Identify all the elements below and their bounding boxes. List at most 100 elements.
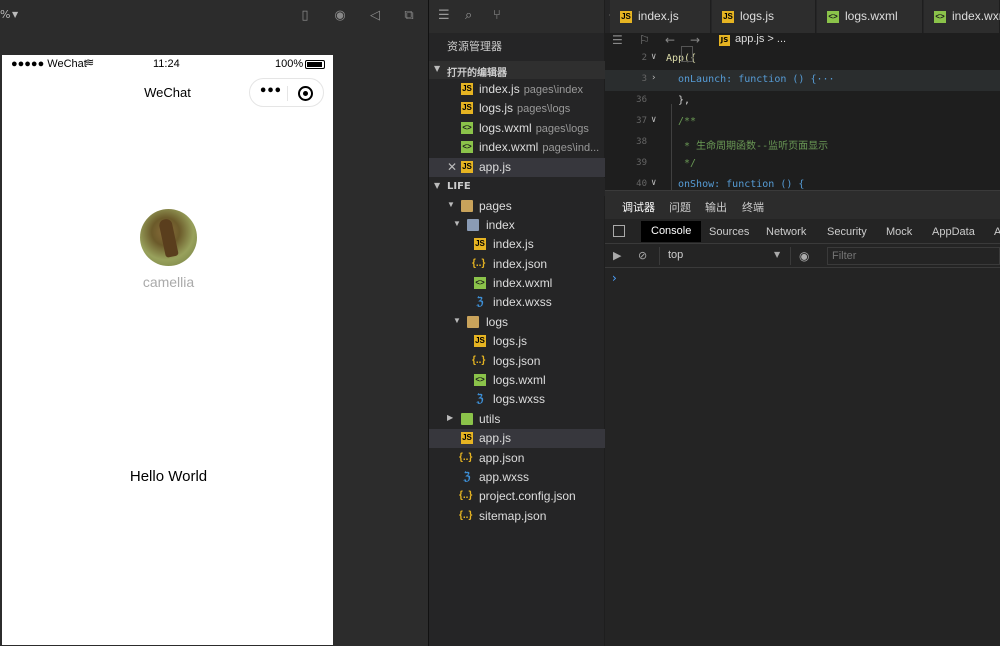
tab-console[interactable]: Console xyxy=(641,221,702,242)
editor-tab[interactable]: JS index.js xyxy=(610,0,711,33)
tree-file[interactable]: JS logs.js xyxy=(429,332,605,351)
tree-folder-pages[interactable]: ▼ pages xyxy=(429,197,605,216)
toolbar-divider xyxy=(659,247,660,265)
unfold-icon[interactable]: › xyxy=(651,73,656,83)
json-file-icon: {..} xyxy=(459,452,473,463)
tree-folder-index[interactable]: ▼ index xyxy=(429,216,605,235)
context-selector[interactable]: top xyxy=(668,249,683,261)
tab-output[interactable]: 输出 xyxy=(705,199,727,215)
editor-tab[interactable]: <> logs.wxml xyxy=(817,0,923,33)
code-line: 37 ∨ /** xyxy=(605,112,1000,133)
zoom-label[interactable]: % xyxy=(0,8,10,21)
tree-file[interactable]: JS index.js xyxy=(429,235,605,254)
inspect-element-icon[interactable] xyxy=(613,225,625,237)
code-line: 2 ∨ App({ xyxy=(605,46,1000,70)
back-arrow-icon[interactable]: ← xyxy=(665,33,675,47)
tree-item-label: utils xyxy=(479,412,501,426)
close-icon[interactable]: ✕ xyxy=(447,160,457,174)
forward-arrow-icon[interactable]: → xyxy=(690,33,700,47)
wxml-file-icon: <> xyxy=(474,277,486,289)
outline-icon[interactable]: ☰ xyxy=(612,33,623,47)
record-icon[interactable]: ◉ xyxy=(333,9,347,23)
source-control-icon[interactable]: ⑂ xyxy=(493,9,501,23)
json-file-icon: {..} xyxy=(459,490,473,501)
tab-network[interactable]: Network xyxy=(766,226,806,238)
open-editor-item-active[interactable]: ✕ JS app.js xyxy=(429,158,605,177)
tree-item-label: index.js xyxy=(493,237,534,251)
open-editor-name: index.wxml xyxy=(479,140,539,154)
tree-file[interactable]: ℨ index.wxss xyxy=(429,293,605,312)
line-number: 38 xyxy=(636,137,647,147)
tree-file-active[interactable]: JS app.js xyxy=(429,429,605,448)
folder-icon xyxy=(461,413,473,425)
tree-file[interactable]: <> index.wxml xyxy=(429,274,605,293)
tab-mock[interactable]: Mock xyxy=(886,226,912,238)
list-icon[interactable]: ☰ xyxy=(438,9,450,23)
editor-tab[interactable]: <> index.wxml xyxy=(924,0,1000,33)
open-editor-item[interactable]: <> index.wxml pages\ind... xyxy=(429,138,605,157)
bracket-match xyxy=(681,46,693,62)
tab-sources[interactable]: Sources xyxy=(709,226,749,238)
bookmark-icon[interactable]: ⚐ xyxy=(639,33,650,47)
dropdown-arrow-icon[interactable]: ▼ xyxy=(774,250,780,259)
close-miniprogram-icon[interactable] xyxy=(298,86,313,101)
js-file-icon: JS xyxy=(461,102,473,114)
tree-file[interactable]: {..} index.json xyxy=(429,255,605,274)
code-text: * 生命周期函数--监听页面显示 xyxy=(678,141,829,152)
tree-folder-utils[interactable]: ▶ utils xyxy=(429,410,605,429)
tab-terminal[interactable]: 终端 xyxy=(742,199,764,215)
breadcrumb[interactable]: app.js > ... xyxy=(735,33,786,45)
detach-window-icon[interactable]: ⧉ xyxy=(402,9,416,23)
open-editor-path: pages\logs xyxy=(517,103,571,115)
line-number: 40 xyxy=(636,179,647,189)
open-editor-item[interactable]: JS index.js pages\index xyxy=(429,80,605,99)
open-editors-section[interactable]: ▼ 打开的编辑器 xyxy=(429,61,605,79)
tree-file[interactable]: {..} project.config.json xyxy=(429,487,605,506)
tree-file[interactable]: ℨ logs.wxss xyxy=(429,390,605,409)
live-expression-eye-icon[interactable]: ◉ xyxy=(799,249,809,263)
folder-open-icon xyxy=(461,200,473,212)
capsule-menu[interactable]: ••• xyxy=(249,78,324,107)
tab-appdata[interactable]: AppData xyxy=(932,226,975,238)
simulator-panel: % ▼ ▯ ◉ ◁ ⧉ ●●●●● WeChat ≋ 11:24 100% We… xyxy=(0,0,428,646)
wxml-file-icon: <> xyxy=(461,122,473,134)
tree-item-label: index.json xyxy=(493,257,548,271)
fold-icon[interactable]: ∨ xyxy=(651,178,656,188)
json-file-icon: {..} xyxy=(459,510,473,521)
line-number: 2 xyxy=(641,53,647,63)
tree-file[interactable]: <> logs.wxml xyxy=(429,371,605,390)
fold-icon[interactable]: ∨ xyxy=(651,115,656,125)
tab-problems[interactable]: 问题 xyxy=(669,199,691,215)
phone-icon[interactable]: ▯ xyxy=(298,9,312,23)
more-icon[interactable]: ••• xyxy=(258,84,282,99)
volume-icon[interactable]: ◁ xyxy=(368,9,382,23)
open-editor-path: pages\index xyxy=(523,84,584,96)
show-sidebar-icon[interactable]: ▶ xyxy=(613,249,621,262)
tree-item-label: pages xyxy=(479,199,512,213)
wxss-file-icon: ℨ xyxy=(476,393,484,405)
tree-file[interactable]: {..} logs.json xyxy=(429,352,605,371)
console-filter-input[interactable] xyxy=(827,247,1000,265)
open-editor-item[interactable]: JS logs.js pages\logs xyxy=(429,99,605,118)
simulator-toolbar: % ▼ ▯ ◉ ◁ ⧉ xyxy=(0,0,428,33)
editor-breadcrumb-bar: ☰ ⚐ ← → JS app.js > ... xyxy=(605,33,1000,49)
tree-folder-logs[interactable]: ▼ logs xyxy=(429,313,605,332)
tab-more[interactable]: A xyxy=(994,226,1000,238)
js-file-icon: JS xyxy=(461,432,473,444)
tree-file[interactable]: {..} app.json xyxy=(429,449,605,468)
code-text: onLaunch: function () {··· xyxy=(678,74,835,85)
tree-item-label: app.js xyxy=(479,431,512,445)
tree-file[interactable]: ℨ app.wxss xyxy=(429,468,605,487)
editor-tab[interactable]: JS logs.js xyxy=(712,0,816,33)
zoom-dropdown-icon[interactable]: ▼ xyxy=(12,10,18,19)
project-section[interactable]: ▼ LIFE xyxy=(429,178,605,196)
fold-icon[interactable]: ∨ xyxy=(651,52,656,62)
tree-file[interactable]: {..} sitemap.json xyxy=(429,507,605,526)
tab-security[interactable]: Security xyxy=(827,226,867,238)
console-prompt[interactable]: › xyxy=(612,271,617,285)
search-icon[interactable]: ⌕ xyxy=(465,9,472,23)
wxml-file-icon: <> xyxy=(461,141,473,153)
clear-console-icon[interactable]: ⊘ xyxy=(638,249,647,262)
open-editor-item[interactable]: <> logs.wxml pages\logs xyxy=(429,119,605,138)
code-area[interactable]: 2 ∨ App({ 3 › onLaunch: function () {···… xyxy=(605,46,1000,239)
